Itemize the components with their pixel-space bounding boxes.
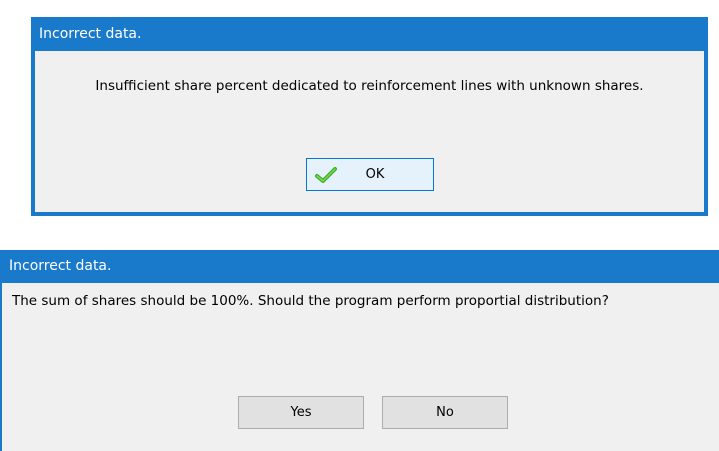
insufficient-share-dialog: Incorrect data. Insufficient share perce… [31,17,708,216]
dialog-frame-bottom [32,212,707,215]
yes-button-label: Yes [290,405,312,420]
proportional-distribution-dialog: Incorrect data. The sum of shares should… [0,250,719,451]
ok-button-label: OK [365,167,385,182]
dialog-title-bar[interactable]: Incorrect data. [32,18,707,51]
no-button-label: No [436,405,454,420]
yes-button[interactable]: Yes [238,396,364,429]
no-button[interactable]: No [382,396,508,429]
dialog-title: Incorrect data. [39,26,142,42]
dialog-frame-right [704,51,707,215]
dialog-message: Insufficient share percent dedicated to … [95,78,644,94]
ok-button[interactable]: OK [306,158,434,191]
dialog-message: The sum of shares should be 100%. Should… [12,293,609,309]
dialog-title-bar[interactable]: Incorrect data. [2,250,719,283]
dialog-frame-left [32,51,35,215]
dialog-title: Incorrect data. [9,258,112,274]
checkmark-icon [315,167,337,183]
